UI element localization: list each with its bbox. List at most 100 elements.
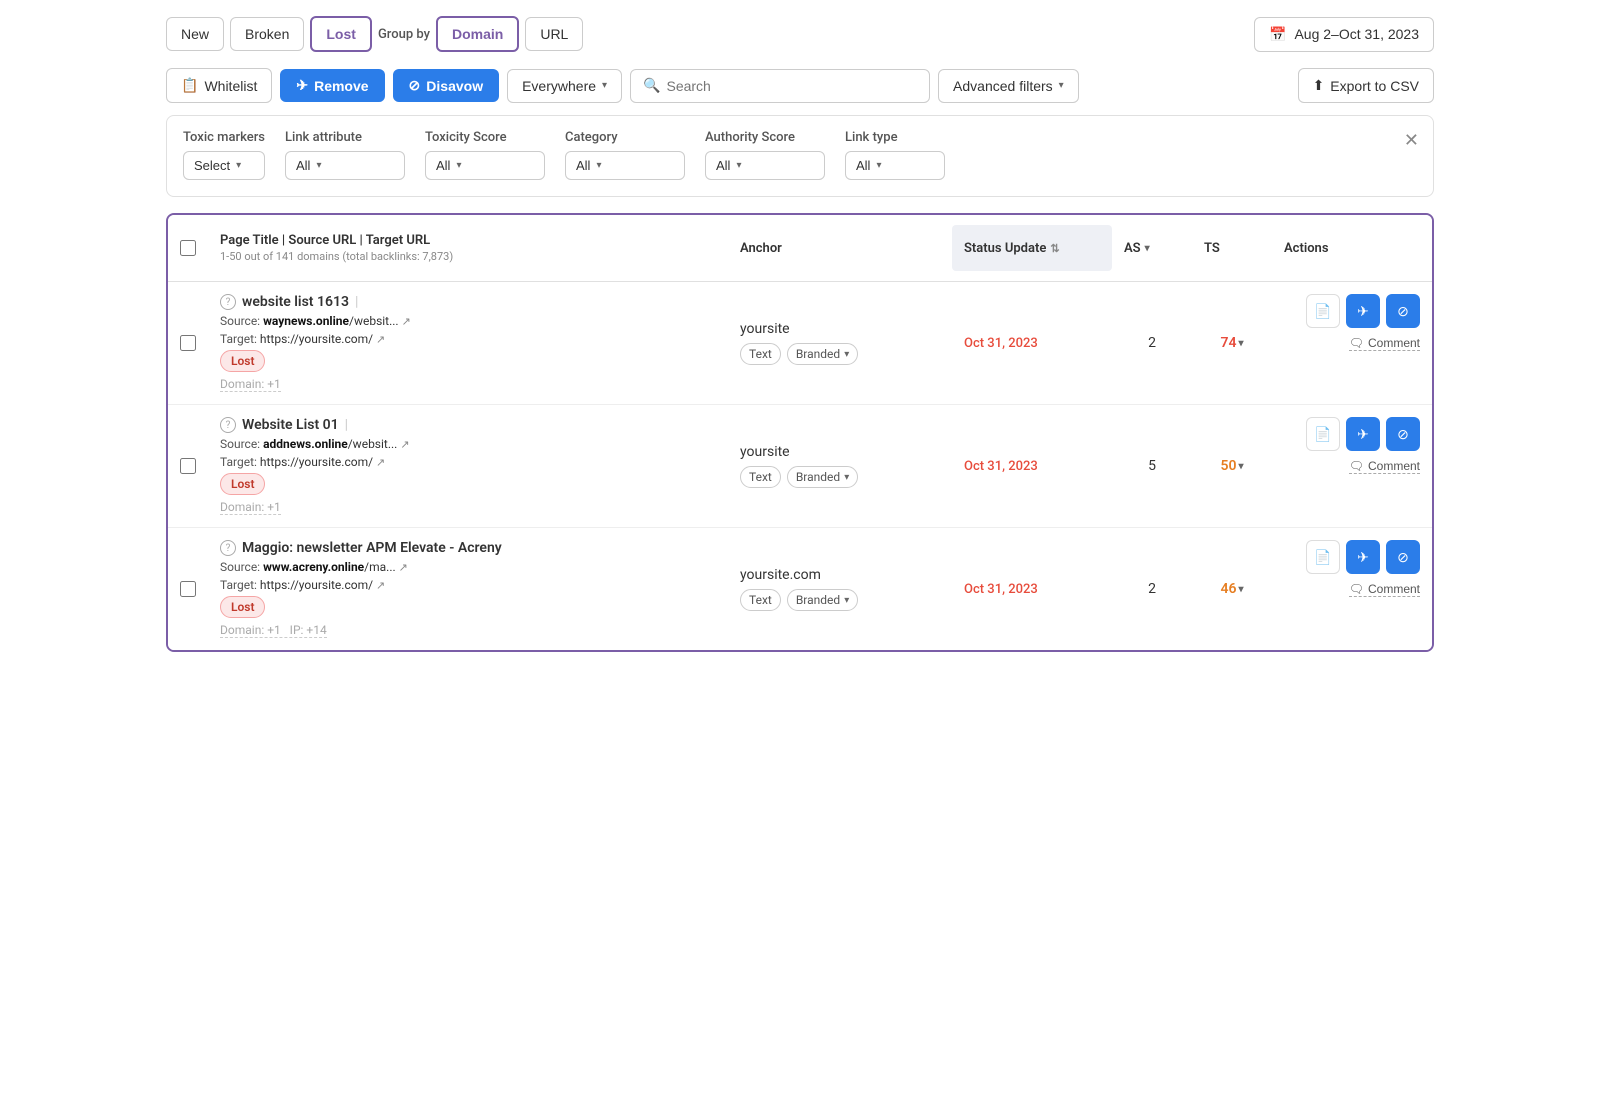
page-action-button-2[interactable]: 📄 <box>1306 417 1340 451</box>
status-cell-1: Oct 31, 2023 <box>952 282 1112 404</box>
remove-button[interactable]: ✈ Remove <box>280 69 384 102</box>
status-cell-3: Oct 31, 2023 <box>952 528 1112 650</box>
lost-badge-3: Lost <box>220 596 265 618</box>
broken-button[interactable]: Broken <box>230 17 304 51</box>
row-checkbox-2[interactable] <box>180 458 196 474</box>
header-title-col: Page Title | Source URL | Target URL <box>220 233 716 248</box>
source-url-link-3[interactable]: www.acreny.online/ma... <box>263 560 396 574</box>
external-link-icon-4[interactable]: ↗ <box>376 456 385 469</box>
help-icon-1[interactable]: ? <box>220 294 236 310</box>
date-range-button[interactable]: 📅 Aug 2–Oct 31, 2023 <box>1254 17 1434 52</box>
send-action-button-3[interactable]: ✈ <box>1346 540 1380 574</box>
row-checkbox-1[interactable] <box>180 335 196 351</box>
chevron-down-icon-ts-1: ▾ <box>1238 338 1243 349</box>
external-link-icon-1[interactable]: ↗ <box>402 315 411 328</box>
send-action-button-1[interactable]: ✈ <box>1346 294 1380 328</box>
whitelist-button[interactable]: 📋 Whitelist <box>166 68 272 103</box>
external-link-icon-6[interactable]: ↗ <box>376 579 385 592</box>
target-url-link-3[interactable]: https://yoursite.com/ <box>260 578 373 592</box>
as-cell-2: 5 <box>1112 405 1192 527</box>
category-select[interactable]: All ▾ <box>565 151 685 180</box>
row-checkbox-cell-1[interactable] <box>168 282 208 404</box>
comment-button-1[interactable]: 🗨 Comment <box>1349 336 1420 351</box>
source-url-link-1[interactable]: waynews.online/websit... <box>263 314 399 328</box>
disavow-button[interactable]: ⊘ Disavow <box>393 69 500 102</box>
chevron-down-icon-ts-2: ▾ <box>1238 461 1243 472</box>
toxic-markers-select[interactable]: Select ▾ <box>183 151 265 180</box>
target-url-row-2: Target: https://yoursite.com/ ↗ <box>220 455 716 469</box>
page-action-button-1[interactable]: 📄 <box>1306 294 1340 328</box>
page-action-button-3[interactable]: 📄 <box>1306 540 1340 574</box>
row-checkbox-cell-3[interactable] <box>168 528 208 650</box>
authority-score-label: Authority Score <box>705 130 825 145</box>
remove-label: Remove <box>314 78 368 94</box>
source-url-link-2[interactable]: addnews.online/websit... <box>263 437 397 451</box>
actions-cell-1: 📄 ✈ ⊘ 🗨 Comment <box>1272 282 1432 404</box>
advanced-filters-button[interactable]: Advanced filters ▾ <box>938 69 1079 103</box>
header-checkbox-cell[interactable] <box>168 225 208 271</box>
new-button[interactable]: New <box>166 17 224 51</box>
disavow-label: Disavow <box>426 78 483 94</box>
table-row: ? Website List 01 | Source: addnews.onli… <box>168 405 1432 528</box>
branded-tag-2[interactable]: Branded ▾ <box>787 466 858 488</box>
link-type-value: All <box>856 158 870 173</box>
header-status-col[interactable]: Status Update ⇅ <box>952 225 1112 271</box>
comment-icon-2: 🗨 <box>1349 459 1364 473</box>
header-actions-col: Actions <box>1272 225 1432 271</box>
link-attribute-select[interactable]: All ▾ <box>285 151 405 180</box>
page-title-3: Maggio: newsletter APM Elevate - Acreny <box>242 540 502 556</box>
authority-score-value: All <box>716 158 730 173</box>
target-url-link-1[interactable]: https://yoursite.com/ <box>260 332 373 346</box>
toxicity-score-filter: Toxicity Score All ▾ <box>425 130 545 180</box>
url-button[interactable]: URL <box>525 17 583 51</box>
row-checkbox-cell-2[interactable] <box>168 405 208 527</box>
branded-tag-1[interactable]: Branded ▾ <box>787 343 858 365</box>
select-all-checkbox[interactable] <box>180 240 196 256</box>
everywhere-label: Everywhere <box>522 78 596 94</box>
domain-info-3: Domain: +1 IP: +14 <box>220 623 327 638</box>
external-link-icon-3[interactable]: ↗ <box>400 438 409 451</box>
disavow-action-button-3[interactable]: ⊘ <box>1386 540 1420 574</box>
category-value: All <box>576 158 590 173</box>
filter-panel: Toxic markers Select ▾ Link attribute Al… <box>166 115 1434 197</box>
disavow-action-button-2[interactable]: ⊘ <box>1386 417 1420 451</box>
send-action-button-2[interactable]: ✈ <box>1346 417 1380 451</box>
ts-cell-2: 50 ▾ <box>1192 405 1272 527</box>
actions-cell-2: 📄 ✈ ⊘ 🗨 Comment <box>1272 405 1432 527</box>
comment-button-2[interactable]: 🗨 Comment <box>1349 459 1420 474</box>
domain-info-1: Domain: +1 <box>220 377 281 392</box>
external-link-icon-2[interactable]: ↗ <box>376 333 385 346</box>
export-button[interactable]: ⬆ Export to CSV <box>1298 68 1434 103</box>
search-box[interactable]: 🔍 <box>630 69 930 103</box>
header-ts-col: TS <box>1192 225 1272 271</box>
authority-score-select[interactable]: All ▾ <box>705 151 825 180</box>
external-link-icon-5[interactable]: ↗ <box>399 561 408 574</box>
target-url-link-2[interactable]: https://yoursite.com/ <box>260 455 373 469</box>
authority-score-filter: Authority Score All ▾ <box>705 130 825 180</box>
lost-button[interactable]: Lost <box>310 16 372 52</box>
link-type-select[interactable]: All ▾ <box>845 151 945 180</box>
comment-button-3[interactable]: 🗨 Comment <box>1349 582 1420 597</box>
help-icon-3[interactable]: ? <box>220 540 236 556</box>
category-label: Category <box>565 130 685 145</box>
header-as-col[interactable]: AS ▾ <box>1112 225 1192 271</box>
branded-tag-3[interactable]: Branded ▾ <box>787 589 858 611</box>
domain-button[interactable]: Domain <box>436 16 519 52</box>
header-anchor-col: Anchor <box>728 225 952 271</box>
table-row: ? Maggio: newsletter APM Elevate - Acren… <box>168 528 1432 650</box>
text-tag-2: Text <box>740 466 781 488</box>
lost-badge-1: Lost <box>220 350 265 372</box>
close-filter-button[interactable]: ✕ <box>1404 130 1419 151</box>
anchor-cell-1: yoursite Text Branded ▾ <box>728 282 952 404</box>
help-icon-2[interactable]: ? <box>220 417 236 433</box>
row-checkbox-3[interactable] <box>180 581 196 597</box>
everywhere-dropdown[interactable]: Everywhere ▾ <box>507 69 622 103</box>
search-input[interactable] <box>666 78 917 94</box>
disavow-action-button-1[interactable]: ⊘ <box>1386 294 1420 328</box>
table-row: ? website list 1613 | Source: waynews.on… <box>168 282 1432 405</box>
ts-cell-3: 46 ▾ <box>1192 528 1272 650</box>
toxicity-score-select[interactable]: All ▾ <box>425 151 545 180</box>
toxicity-score-label: Toxicity Score <box>425 130 545 145</box>
link-type-filter: Link type All ▾ <box>845 130 945 180</box>
category-filter: Category All ▾ <box>565 130 685 180</box>
